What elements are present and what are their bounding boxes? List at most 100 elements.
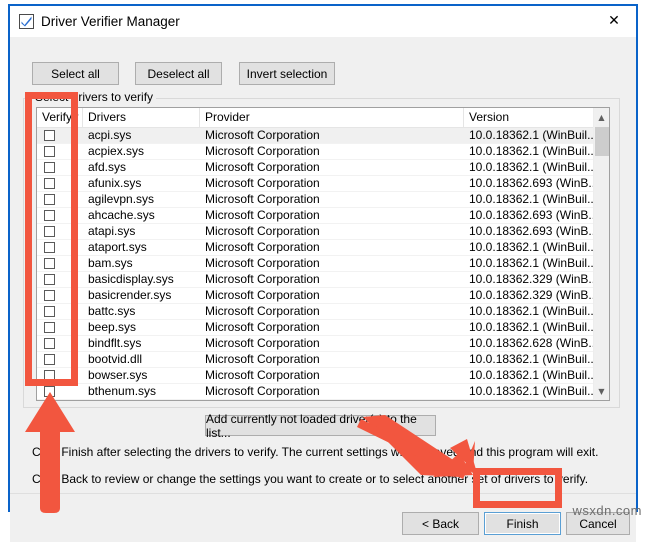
table-row[interactable]: ahcache.sys Microsoft Corporation 10.0.183…: [37, 208, 609, 224]
verify-checkbox-cell[interactable]: [37, 368, 83, 383]
provider-cell: Microsoft Corporation: [205, 144, 320, 158]
verify-checkbox-cell[interactable]: [37, 288, 83, 303]
provider-cell: Microsoft Corporation: [205, 128, 320, 142]
verify-checkbox-cell[interactable]: [37, 240, 83, 255]
column-header-drivers[interactable]: Drivers: [83, 108, 200, 127]
verify-checkbox-cell[interactable]: [37, 208, 83, 223]
verify-checkbox[interactable]: [44, 194, 55, 205]
verify-checkbox-cell[interactable]: [37, 400, 83, 401]
table-row[interactable]: afunix.sys Microsoft Corporation 10.0.1836…: [37, 176, 609, 192]
verify-checkbox-cell[interactable]: [37, 144, 83, 159]
verify-checkbox[interactable]: [44, 130, 55, 141]
instruction-line-2: Click Back to review or change the setti…: [32, 472, 589, 486]
drivers-list-scrollbar[interactable]: ▲ ▼: [593, 108, 609, 400]
verify-checkbox[interactable]: [44, 146, 55, 157]
version-cell: 10.0.18362.693 (WinB...: [469, 224, 594, 238]
provider-cell: Microsoft Corporation: [205, 256, 320, 270]
select-all-button[interactable]: Select all: [32, 62, 119, 85]
provider-cell: Microsoft Corporation: [205, 336, 320, 350]
verify-checkbox[interactable]: [44, 322, 55, 333]
scroll-up-icon[interactable]: ▲: [594, 109, 609, 125]
verify-checkbox-cell[interactable]: [37, 384, 83, 399]
verify-checkbox-cell[interactable]: [37, 256, 83, 271]
table-row[interactable]: basicdisplay.sys Microsoft Corporation 10.…: [37, 272, 609, 288]
title-bar: Driver Verifier Manager ✕: [10, 6, 636, 37]
provider-cell: Microsoft Corporation: [205, 240, 320, 254]
checkbox-check-icon: [19, 14, 34, 29]
scrollbar-thumb[interactable]: [595, 127, 609, 156]
verify-checkbox[interactable]: [44, 354, 55, 365]
close-icon[interactable]: ✕: [592, 6, 636, 36]
back-button[interactable]: < Back: [402, 512, 479, 535]
version-cell: 10.0.18362.1 (WinBuil...: [469, 256, 594, 270]
version-cell: 10.0.18362.693 (WinB...: [469, 176, 594, 190]
table-row[interactable]: bootvid.dll Microsoft Corporation 10.0.183…: [37, 352, 609, 368]
verify-checkbox[interactable]: [44, 226, 55, 237]
invert-selection-button[interactable]: Invert selection: [239, 62, 335, 85]
verify-checkbox[interactable]: [44, 306, 55, 317]
provider-cell: Microsoft Corporation: [205, 320, 320, 334]
verify-checkbox-cell[interactable]: [37, 320, 83, 335]
verify-checkbox[interactable]: [44, 386, 55, 397]
version-cell: 10.0.18362.1 (WinBuil...: [469, 128, 594, 142]
verify-checkbox[interactable]: [44, 242, 55, 253]
table-row[interactable]: bam.sys Microsoft Corporation 10.0.18362.1…: [37, 256, 609, 272]
verify-checkbox[interactable]: [44, 274, 55, 285]
verify-checkbox-cell[interactable]: [37, 160, 83, 175]
table-row[interactable]: [37, 400, 609, 401]
table-row[interactable]: basicrender.sys Microsoft Corporation 10.0…: [37, 288, 609, 304]
driver-name-cell: bthenum.sys: [88, 384, 157, 398]
verify-checkbox[interactable]: [44, 258, 55, 269]
table-row[interactable]: beep.sys Microsoft Corporation 10.0.18362.…: [37, 320, 609, 336]
version-cell: 10.0.18362.1 (WinBuil...: [469, 384, 594, 398]
table-row[interactable]: atapi.sys Microsoft Corporation 10.0.18362…: [37, 224, 609, 240]
table-row[interactable]: bindflt.sys Microsoft Corporation 10.0.183…: [37, 336, 609, 352]
column-header-version[interactable]: Version: [464, 108, 594, 127]
scroll-down-icon[interactable]: ▼: [594, 383, 609, 399]
verify-checkbox-cell[interactable]: [37, 272, 83, 287]
driver-name-cell: bootvid.dll: [88, 352, 143, 366]
table-row[interactable]: battc.sys Microsoft Corporation 10.0.18362…: [37, 304, 609, 320]
screenshot-root: Driver Verifier Manager ✕ Select all Des…: [0, 0, 646, 542]
provider-cell: Microsoft Corporation: [205, 272, 320, 286]
table-row[interactable]: acpi.sys Microsoft Corporation 10.0.18362.…: [37, 128, 609, 144]
provider-cell: Microsoft Corporation: [205, 384, 320, 398]
verify-checkbox-cell[interactable]: [37, 224, 83, 239]
verify-checkbox[interactable]: [44, 370, 55, 381]
verify-checkbox-cell[interactable]: [37, 128, 83, 143]
verify-checkbox[interactable]: [44, 338, 55, 349]
page-title: Driver Verifier Manager: [41, 14, 180, 29]
verify-checkbox-cell[interactable]: [37, 336, 83, 351]
verify-checkbox-cell[interactable]: [37, 176, 83, 191]
verify-checkbox-cell[interactable]: [37, 304, 83, 319]
table-row[interactable]: agilevpn.sys Microsoft Corporation 10.0.18…: [37, 192, 609, 208]
version-cell: 10.0.18362.1 (WinBuil...: [469, 192, 594, 206]
verify-checkbox[interactable]: [44, 210, 55, 221]
verify-checkbox[interactable]: [44, 178, 55, 189]
instruction-line-1: Click Finish after selecting the drivers…: [32, 445, 599, 459]
column-header-verify[interactable]: Verify?: [37, 108, 83, 127]
provider-cell: Microsoft Corporation: [205, 304, 320, 318]
table-row[interactable]: afd.sys Microsoft Corporation 10.0.18362.1…: [37, 160, 609, 176]
deselect-all-button[interactable]: Deselect all: [135, 62, 222, 85]
table-row[interactable]: acpiex.sys Microsoft Corporation 10.0.1836…: [37, 144, 609, 160]
version-cell: 10.0.18362.1 (WinBuil...: [469, 144, 594, 158]
driver-name-cell: afd.sys: [88, 160, 127, 174]
driver-name-cell: atapi.sys: [88, 224, 136, 238]
table-row[interactable]: bowser.sys Microsoft Corporation 10.0.1836…: [37, 368, 609, 384]
column-header-provider[interactable]: Provider: [200, 108, 464, 127]
verify-checkbox[interactable]: [44, 162, 55, 173]
table-row[interactable]: bthenum.sys Microsoft Corporation 10.0.183…: [37, 384, 609, 400]
verify-checkbox[interactable]: [44, 290, 55, 301]
client-area: Select all Deselect all Invert selection…: [10, 37, 636, 542]
driver-name-cell: battc.sys: [88, 304, 136, 318]
verify-checkbox-cell[interactable]: [37, 352, 83, 367]
add-unloaded-drivers-button[interactable]: Add currently not loaded driver(s) to th…: [205, 412, 436, 440]
table-row[interactable]: ataport.sys Microsoft Corporation 10.0.183…: [37, 240, 609, 256]
provider-cell: Microsoft Corporation: [205, 368, 320, 382]
version-cell: 10.0.18362.1 (WinBuil...: [469, 304, 594, 318]
verify-checkbox-cell[interactable]: [37, 192, 83, 207]
drivers-list[interactable]: Verify? Drivers Provider Version acpi.sy…: [36, 107, 610, 401]
provider-cell: Microsoft Corporation: [205, 288, 320, 302]
finish-button[interactable]: Finish: [484, 512, 561, 535]
